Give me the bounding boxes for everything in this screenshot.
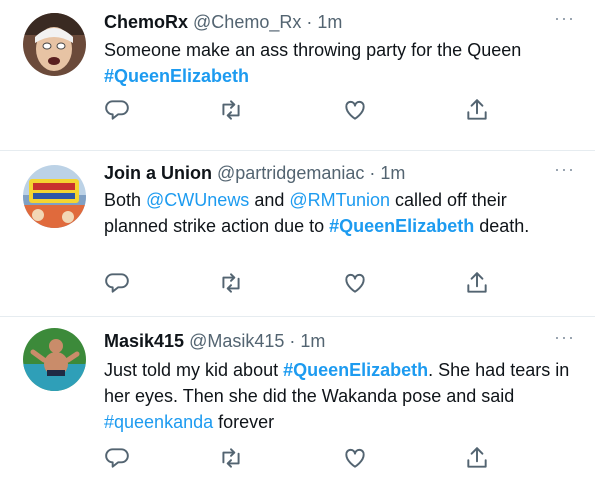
like-icon[interactable] — [342, 270, 368, 296]
user-handle[interactable]: @partridgemaniac — [217, 163, 364, 183]
tweet-text: Both @CWUnews and @RMTunion called off t… — [104, 187, 574, 239]
like-icon[interactable] — [342, 445, 368, 471]
tweet[interactable]: ChemoRx @Chemo_Rx · 1m ··· Someone make … — [0, 0, 595, 151]
retweet-icon[interactable] — [218, 445, 244, 471]
separator-dot: · — [306, 12, 313, 32]
more-options-icon[interactable]: ··· — [554, 327, 575, 348]
hashtag-link[interactable]: #QueenElizabeth — [283, 360, 428, 380]
tweet-actions — [104, 97, 494, 127]
tweet-header: Join a Union @partridgemaniac · 1m — [104, 162, 405, 184]
avatar[interactable] — [23, 328, 86, 391]
hashtag-link[interactable]: #QueenElizabeth — [329, 216, 474, 236]
tweet-text-segment: Someone make an ass throwing party for t… — [104, 40, 522, 60]
like-icon[interactable] — [342, 97, 368, 123]
hashtag-link[interactable]: #queenkanda — [104, 412, 213, 432]
reply-icon[interactable] — [104, 445, 130, 471]
display-name[interactable]: Join a Union — [104, 163, 212, 183]
timestamp[interactable]: 1m — [317, 12, 342, 32]
tweet-feed: ChemoRx @Chemo_Rx · 1m ··· Someone make … — [0, 0, 595, 479]
separator-dot: · — [369, 163, 376, 183]
retweet-icon[interactable] — [218, 270, 244, 296]
tweet-actions — [104, 270, 494, 300]
tweet-text-segment: forever — [213, 412, 275, 432]
share-icon[interactable] — [464, 270, 490, 296]
display-name[interactable]: ChemoRx — [104, 12, 188, 32]
avatar[interactable] — [23, 13, 86, 76]
display-name[interactable]: Masik415 — [104, 331, 184, 351]
share-icon[interactable] — [464, 97, 490, 123]
tweet-text: Just told my kid about #QueenElizabeth. … — [104, 357, 574, 435]
tweet-text-segment: Both — [104, 190, 147, 210]
timestamp[interactable]: 1m — [380, 163, 405, 183]
tweet-header: Masik415 @Masik415 · 1m — [104, 330, 325, 352]
tweet-actions — [104, 445, 494, 475]
user-handle[interactable]: @Chemo_Rx — [193, 12, 301, 32]
tweet[interactable]: Masik415 @Masik415 · 1m ··· Just told my… — [0, 317, 595, 479]
tweet-header: ChemoRx @Chemo_Rx · 1m — [104, 11, 342, 33]
reply-icon[interactable] — [104, 97, 130, 123]
separator-dot: · — [289, 331, 296, 351]
tweet[interactable]: Join a Union @partridgemaniac · 1m ··· B… — [0, 151, 595, 317]
timestamp[interactable]: 1m — [300, 331, 325, 351]
more-options-icon[interactable]: ··· — [554, 8, 575, 29]
tweet-text-segment: and — [249, 190, 290, 210]
more-options-icon[interactable]: ··· — [554, 159, 575, 180]
mention-link[interactable]: @CWUnews — [146, 190, 249, 210]
user-handle[interactable]: @Masik415 — [189, 331, 284, 351]
mention-link[interactable]: @RMTunion — [289, 190, 390, 210]
tweet-text-segment: death. — [474, 216, 530, 236]
tweet-text-segment: Just told my kid about — [104, 360, 284, 380]
tweet-text: Someone make an ass throwing party for t… — [104, 37, 574, 89]
share-icon[interactable] — [464, 445, 490, 471]
avatar[interactable] — [23, 165, 86, 228]
reply-icon[interactable] — [104, 270, 130, 296]
retweet-icon[interactable] — [218, 97, 244, 123]
hashtag-link[interactable]: #QueenElizabeth — [104, 66, 249, 86]
